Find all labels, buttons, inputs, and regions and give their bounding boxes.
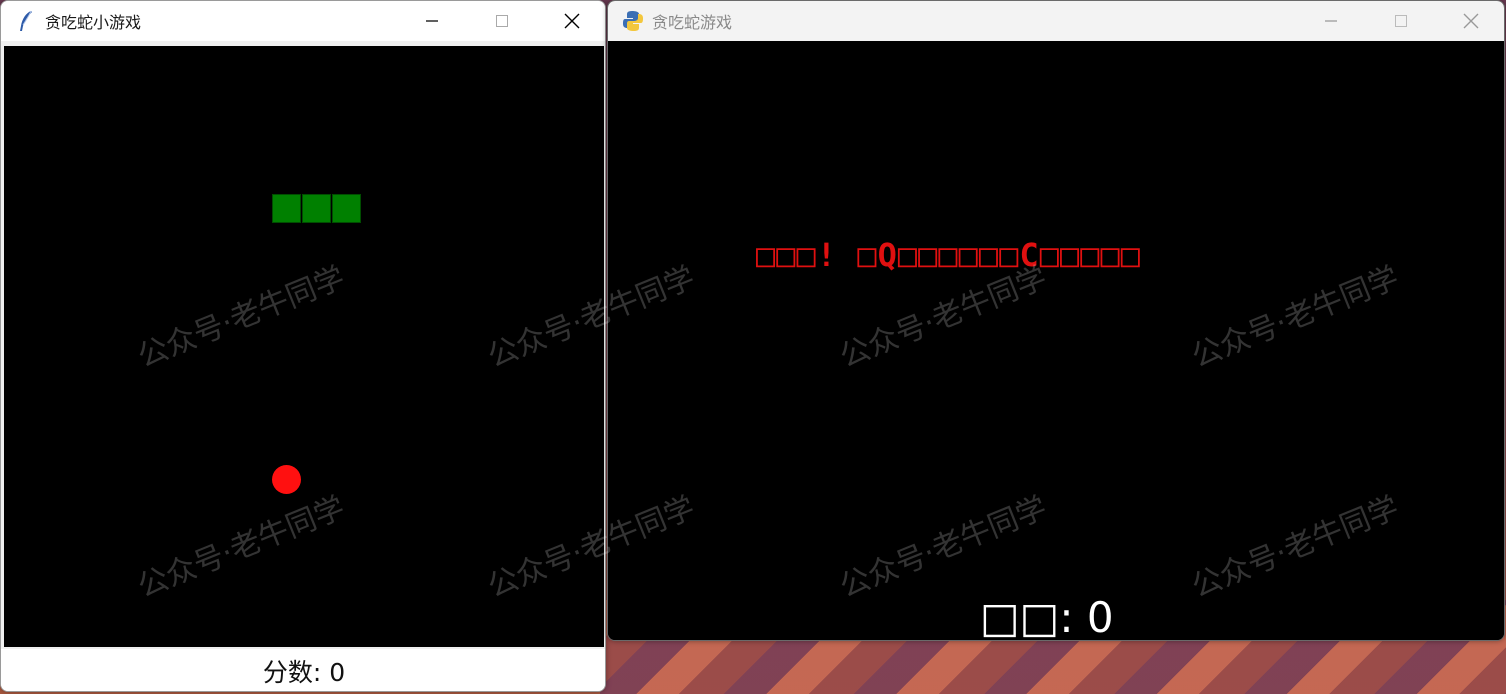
food-dot	[272, 465, 301, 494]
minimize-icon	[426, 20, 438, 22]
maximize-icon	[496, 15, 508, 27]
pygame-snake-window: 贪吃蛇游戏 □□□! □Q□□□□□□C□□□□□ □□: 0	[607, 0, 1505, 641]
minimize-button[interactable]	[1296, 1, 1366, 41]
minimize-button[interactable]	[397, 1, 467, 41]
pygame-score: □□: 0	[980, 593, 1114, 641]
maximize-button[interactable]	[1366, 1, 1436, 41]
score-label: 分数: 0	[1, 649, 605, 691]
window-title: 贪吃蛇小游戏	[45, 13, 142, 32]
feather-icon	[15, 10, 37, 32]
close-icon	[564, 13, 580, 29]
tk-titlebar[interactable]: 贪吃蛇小游戏	[1, 1, 605, 41]
window-title: 贪吃蛇游戏	[652, 13, 733, 32]
minimize-icon	[1325, 20, 1337, 22]
game-over-message: □□□! □Q□□□□□□C□□□□□	[756, 236, 1142, 274]
maximize-button[interactable]	[467, 1, 537, 41]
window-controls	[397, 1, 605, 41]
game-canvas[interactable]	[4, 46, 604, 647]
pygame-titlebar[interactable]: 贪吃蛇游戏	[608, 1, 1504, 41]
close-icon	[1463, 13, 1479, 29]
maximize-icon	[1395, 15, 1407, 27]
python-icon	[622, 10, 644, 32]
snake-segment	[332, 194, 361, 223]
window-controls	[1296, 1, 1504, 41]
snake-segment	[272, 194, 301, 223]
snake-segment	[302, 194, 331, 223]
tk-snake-window: 贪吃蛇小游戏 分数: 0	[0, 0, 606, 692]
pygame-surface[interactable]: □□□! □Q□□□□□□C□□□□□ □□: 0	[608, 41, 1504, 641]
close-button[interactable]	[1436, 1, 1504, 41]
close-button[interactable]	[537, 1, 605, 41]
